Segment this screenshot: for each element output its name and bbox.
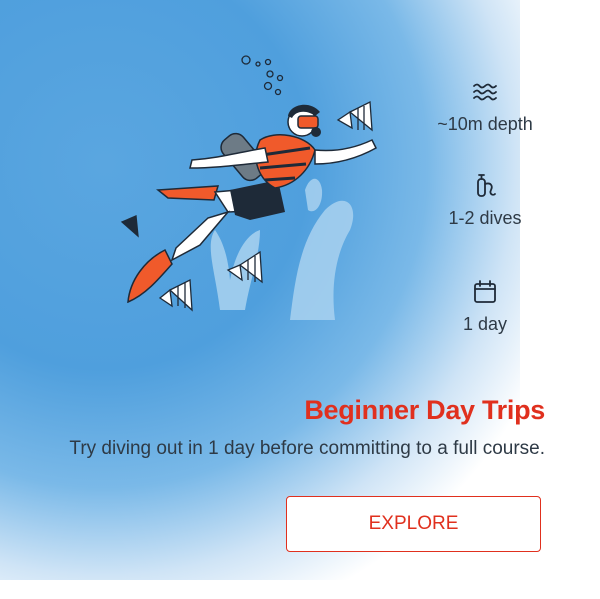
- card-title: Beginner Day Trips: [304, 395, 545, 425]
- card-subtitle: Try diving out in 1 day before committin…: [69, 438, 545, 459]
- stat-depth: ~10m depth: [420, 78, 550, 135]
- stat-duration: 1 day: [420, 278, 550, 335]
- stat-dives-label: 1-2 dives: [448, 208, 522, 228]
- scuba-diver-illustration: [120, 55, 377, 320]
- trip-card: ~10m depth 1-2 dives 1 day Beginner Day …: [0, 0, 600, 599]
- stat-dives: 1-2 dives: [420, 172, 550, 229]
- stat-depth-label: ~10m depth: [437, 114, 533, 134]
- scuba-tank-icon: [477, 174, 496, 197]
- calendar-icon: [474, 280, 496, 303]
- waves-icon: [473, 83, 497, 101]
- stat-duration-label: 1 day: [462, 314, 508, 334]
- explore-button[interactable]: EXPLORE: [286, 496, 541, 552]
